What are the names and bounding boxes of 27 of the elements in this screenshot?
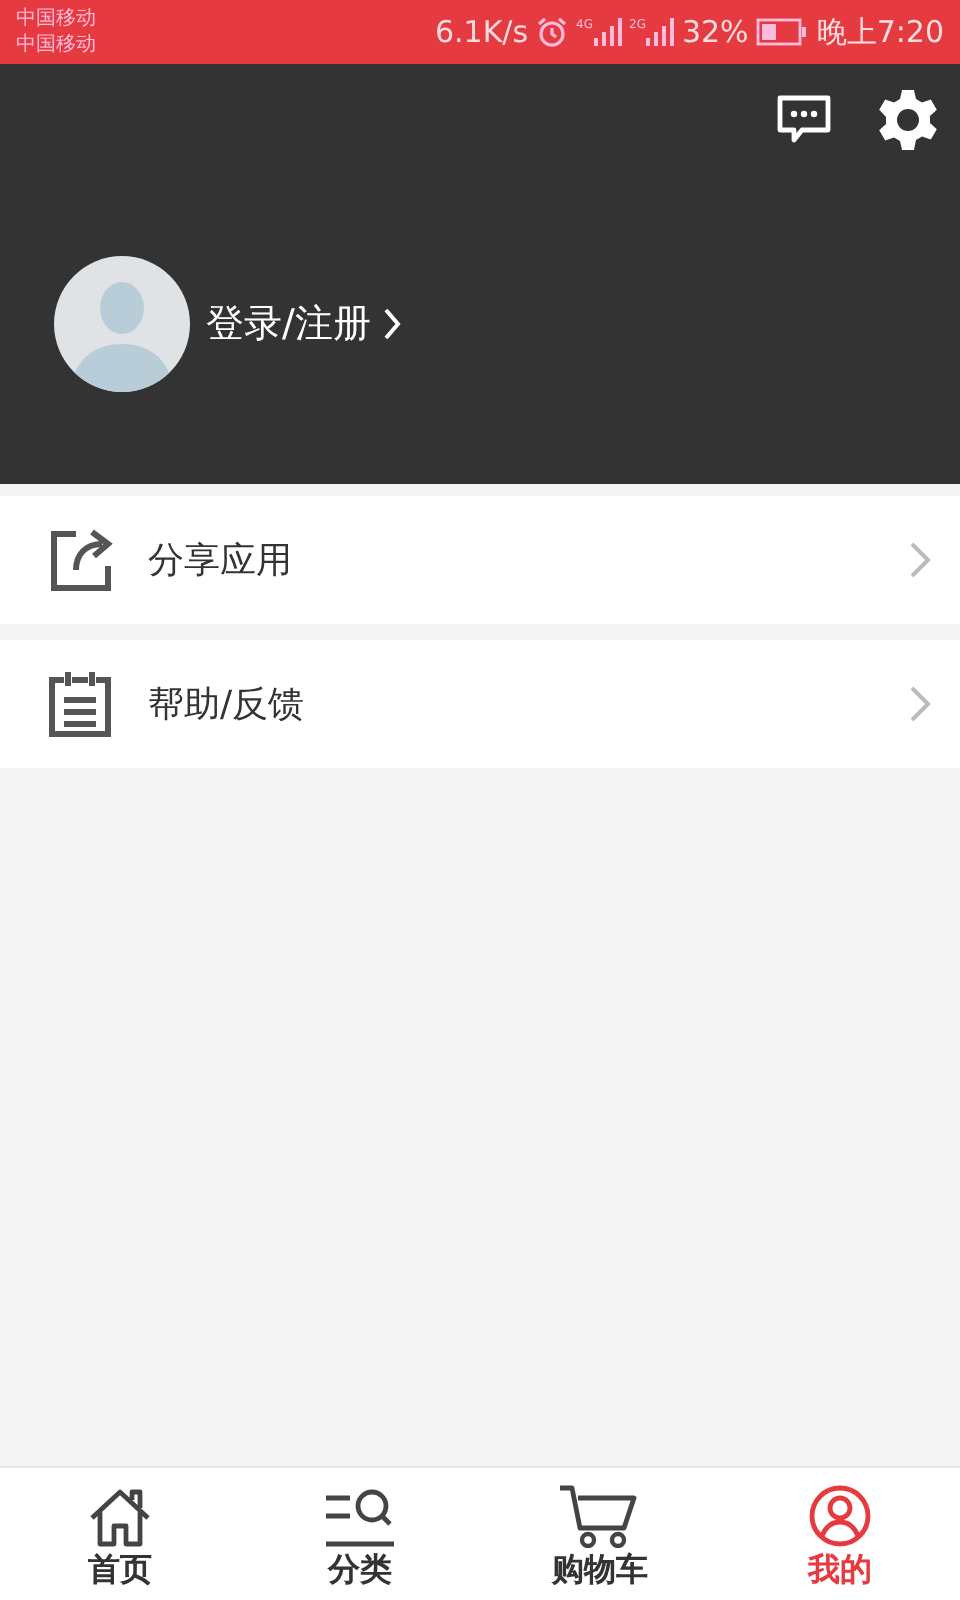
message-icon[interactable] — [776, 94, 832, 146]
tab[interactable]: 购物车 — [480, 1468, 720, 1600]
cart-icon — [558, 1484, 642, 1548]
share-icon — [48, 526, 116, 594]
clipboard-icon — [48, 670, 112, 738]
carrier-label: 中国移动 — [16, 32, 96, 58]
network-speed: 6.1K/s — [434, 14, 529, 50]
house-icon — [88, 1488, 152, 1548]
signal-icon — [593, 18, 621, 46]
tab[interactable]: 分类 — [240, 1468, 480, 1600]
login-link[interactable]: 登录/注册 — [206, 298, 403, 350]
alarm-icon — [536, 16, 569, 48]
menu-item[interactable]: 帮助/反馈 — [0, 640, 960, 768]
tab[interactable]: 我的 — [720, 1468, 960, 1600]
signal-icon — [645, 18, 674, 46]
chevron-icon — [382, 306, 403, 342]
chevron-icon — [908, 684, 932, 724]
menu-item[interactable]: 分享应用 — [0, 496, 960, 624]
chevron-icon — [908, 540, 932, 580]
carrier-label: 中国移动 — [16, 6, 96, 32]
tab[interactable]: 首页 — [0, 1468, 240, 1600]
clock-time: 晚上7:20 — [816, 13, 944, 51]
battery-icon — [756, 18, 809, 46]
user-icon — [808, 1484, 872, 1548]
battery-percent: 32% — [681, 14, 749, 50]
list-search-icon — [324, 1488, 396, 1548]
settings-icon[interactable] — [876, 88, 940, 152]
